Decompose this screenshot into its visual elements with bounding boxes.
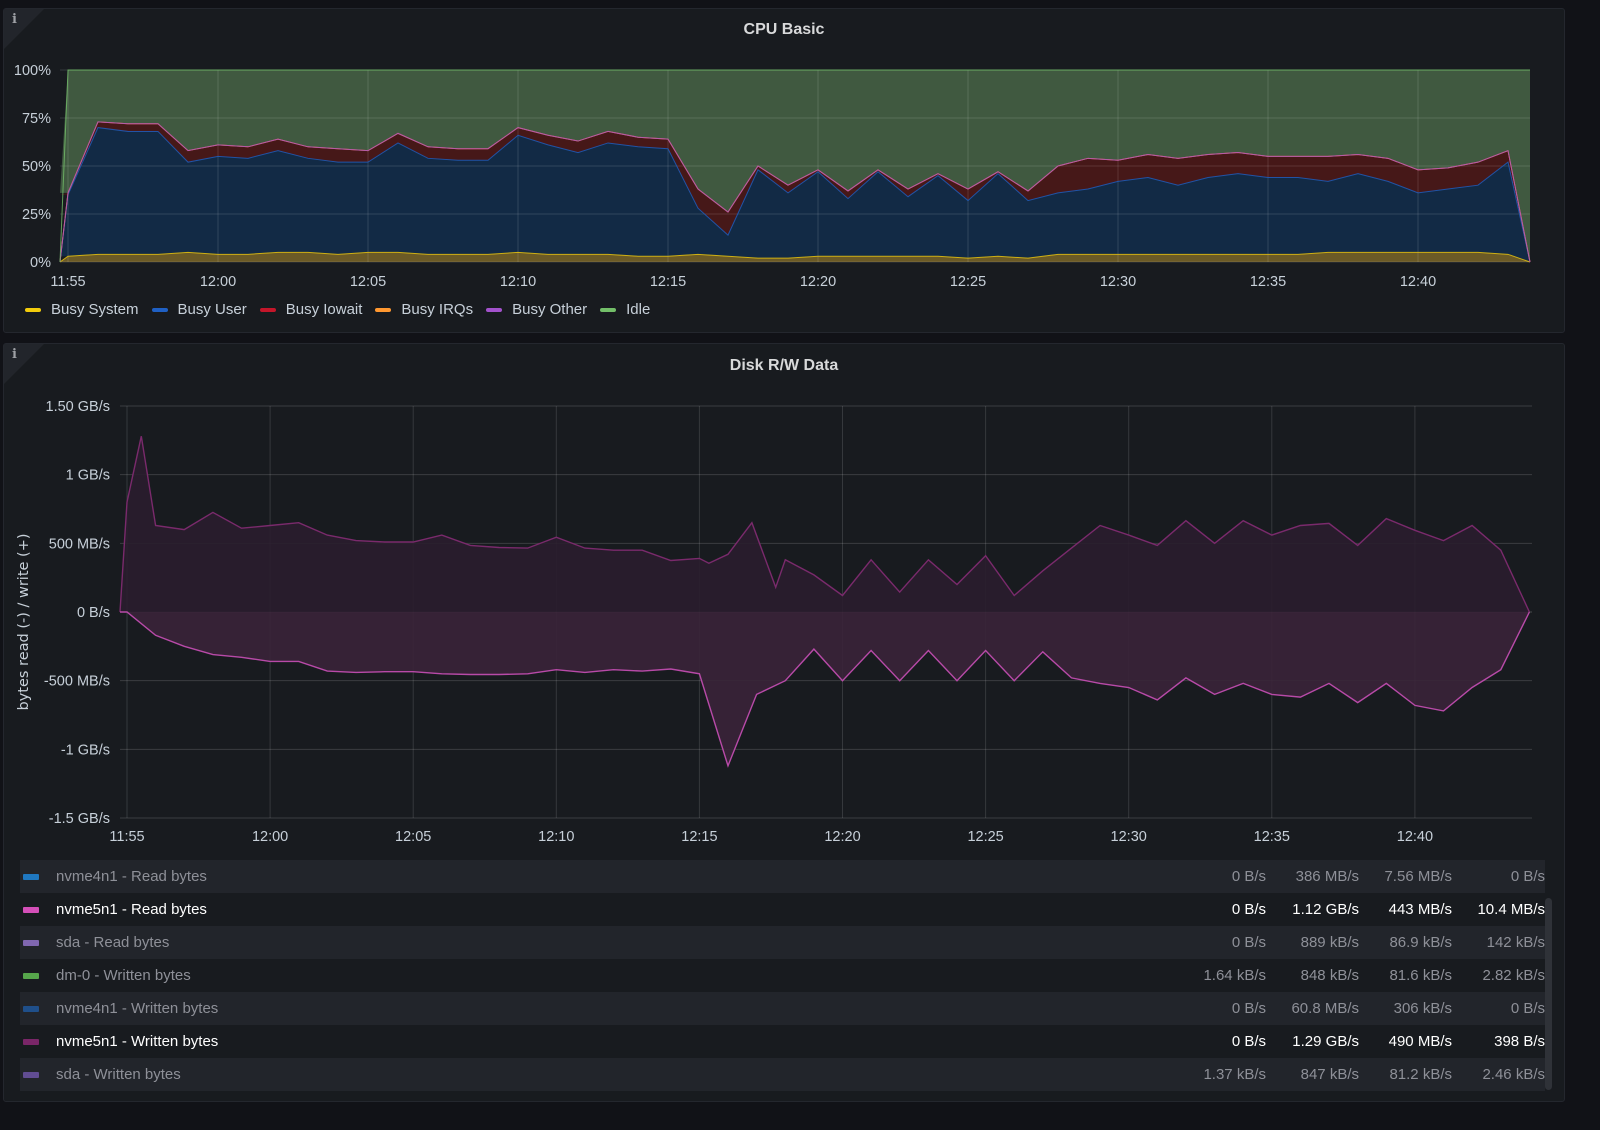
series-name: nvme4n1 - Read bytes [56,868,207,885]
legend-swatch [23,1071,39,1078]
series-name: nvme4n1 - Written bytes [56,1000,219,1017]
legend-value: 490 MB/s [1388,1033,1452,1050]
legend-value: 306 kB/s [1393,1000,1452,1017]
legend-value: 443 MB/s [1388,901,1452,918]
legend-value: 889 kB/s [1300,934,1359,951]
legend-value: 0 B/s [1510,868,1545,885]
legend-value: 0 B/s [1510,1000,1545,1017]
x-tick-label: 12:05 [395,829,431,845]
legend-swatch [23,906,39,913]
legend-row[interactable]: nvme5n1 - Written bytes 0 B/s 1.29 GB/s 490… [20,1025,1545,1058]
y-tick-label: 1 GB/s [66,468,110,484]
legend-value: 0 B/s [1231,934,1266,951]
y-tick-label: -500 MB/s [44,674,110,690]
legend-value: 0 B/s [1231,901,1266,918]
x-tick-label: 12:15 [681,829,717,845]
legend-swatch [23,873,39,880]
legend-value: 10.4 MB/s [1477,901,1545,918]
legend-value: 398 B/s [1494,1033,1545,1050]
legend-row[interactable]: dm-0 - Written bytes 1.64 kB/s 848 kB/s 81.… [20,959,1545,992]
x-tick-label: 12:20 [824,829,860,845]
legend-row[interactable]: nvme5n1 - Read bytes 0 B/s 1.12 GB/s 443 MB… [20,893,1545,926]
x-tick-label: 12:00 [252,829,288,845]
legend-row[interactable]: sda - Written bytes 1.37 kB/s 847 kB/s 81.2… [20,1058,1545,1091]
x-tick-label: 12:10 [538,829,574,845]
legend-value: 0 B/s [1231,1033,1266,1050]
series-name: nvme5n1 - Read bytes [56,901,207,918]
legend-value: 81.6 kB/s [1389,967,1452,984]
legend-value: 1.37 kB/s [1203,1066,1266,1083]
legend-value: 1.12 GB/s [1292,901,1359,918]
y-tick-label: -1.5 GB/s [49,811,110,827]
x-tick-label: 12:40 [1397,829,1433,845]
legend-value: 7.56 MB/s [1384,868,1452,885]
legend-value: 60.8 MB/s [1291,1000,1359,1017]
legend-row[interactable]: sda - Read bytes 0 B/s 889 kB/s 86.9 kB/s 14… [20,926,1545,959]
legend-row[interactable]: nvme4n1 - Written bytes 0 B/s 60.8 MB/s 306… [20,992,1545,1025]
legend-scrollbar[interactable] [1545,898,1552,1090]
legend-value: 848 kB/s [1300,967,1359,984]
disk-legend-table: nvme4n1 - Read bytes 0 B/s 386 MB/s 7.56 MB… [20,860,1545,1091]
legend-value: 86.9 kB/s [1389,934,1452,951]
x-tick-label: 12:30 [1111,829,1147,845]
legend-value: 847 kB/s [1300,1066,1359,1083]
legend-value: 142 kB/s [1486,934,1545,951]
y-tick-label: 0 B/s [77,605,110,621]
legend-value: 1.64 kB/s [1203,967,1266,984]
x-tick-label: 11:55 [109,829,144,845]
legend-value: 0 B/s [1231,868,1266,885]
series-name: sda - Read bytes [56,934,170,951]
legend-value: 81.2 kB/s [1389,1066,1452,1083]
y-axis-label: bytes read (-) / write (+) [16,533,32,711]
y-tick-label: 1.50 GB/s [46,399,110,415]
legend-swatch [23,972,39,979]
legend-swatch [23,939,39,946]
legend-swatch [23,1005,39,1012]
legend-swatch [23,1038,39,1045]
y-tick-label: -1 GB/s [61,742,110,758]
legend-value: 2.46 kB/s [1482,1066,1545,1083]
x-tick-label: 12:25 [967,829,1003,845]
series-name: dm-0 - Written bytes [56,967,191,984]
legend-value: 386 MB/s [1295,868,1359,885]
legend-value: 0 B/s [1231,1000,1266,1017]
legend-row[interactable]: nvme4n1 - Read bytes 0 B/s 386 MB/s 7.56 MB… [20,860,1545,893]
series-name: nvme5n1 - Written bytes [56,1033,219,1050]
y-tick-label: 500 MB/s [49,536,110,552]
series-name: sda - Written bytes [56,1066,181,1083]
legend-value: 2.82 kB/s [1482,967,1545,984]
legend-value: 1.29 GB/s [1292,1033,1359,1050]
x-tick-label: 12:35 [1254,829,1290,845]
